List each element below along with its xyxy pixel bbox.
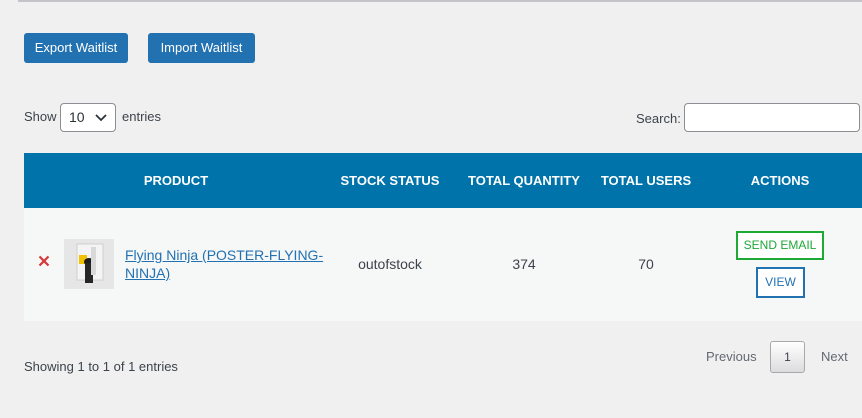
search-input[interactable]: [684, 103, 860, 132]
send-email-button[interactable]: SEND EMAIL: [736, 231, 824, 260]
page-number-button[interactable]: 1: [770, 341, 805, 373]
entries-per-page-select[interactable]: 10: [60, 103, 116, 132]
column-header-actions: ACTIONS: [750, 173, 810, 188]
poster-image-icon: [64, 239, 114, 289]
show-label: Show: [24, 109, 57, 124]
column-header-product[interactable]: PRODUCT: [124, 153, 228, 208]
previous-page-button[interactable]: Previous: [706, 349, 757, 364]
entries-label: entries: [122, 109, 162, 124]
product-thumbnail[interactable]: [64, 239, 114, 289]
entries-per-page-value: 10: [69, 109, 85, 125]
total-quantity-cell: 374: [512, 256, 536, 272]
chevron-down-icon: [95, 114, 107, 122]
view-button[interactable]: VIEW: [756, 267, 805, 298]
export-waitlist-button[interactable]: Export Waitlist: [24, 33, 128, 63]
table-row: Flying Ninja (POSTER-FLYING-NINJA) outof…: [24, 208, 862, 321]
stock-status-cell: outofstock: [358, 256, 422, 272]
import-waitlist-button[interactable]: Import Waitlist: [148, 33, 255, 63]
next-page-button[interactable]: Next: [821, 349, 848, 364]
table-header: PRODUCT STOCK STATUS TOTAL QUANTITY TOTA…: [24, 153, 862, 208]
remove-icon[interactable]: [36, 253, 52, 269]
column-header-total-quantity[interactable]: TOTAL QUANTITY: [464, 153, 584, 208]
table-info: Showing 1 to 1 of 1 entries: [24, 359, 178, 374]
search-label: Search:: [636, 111, 681, 126]
total-users-cell: 70: [638, 256, 654, 272]
column-header-total-users[interactable]: TOTAL USERS: [596, 153, 696, 208]
column-header-stock-status[interactable]: STOCK STATUS: [334, 153, 446, 208]
product-link[interactable]: Flying Ninja (POSTER-FLYING-NINJA): [125, 246, 325, 282]
top-divider: [18, 0, 862, 2]
